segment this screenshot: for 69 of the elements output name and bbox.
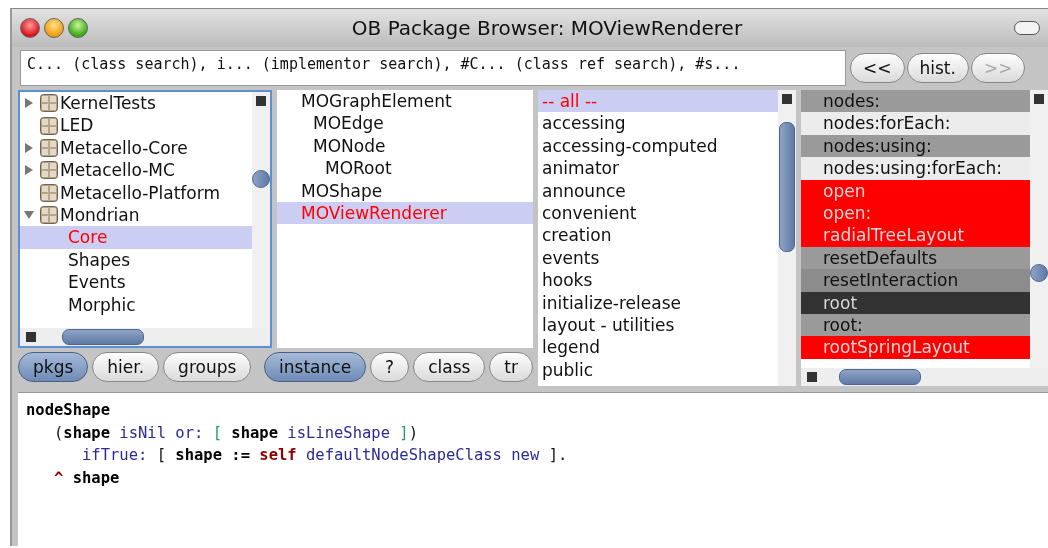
package-item[interactable]: Metacello-Platform: [20, 181, 252, 204]
code-line: nodeShape: [26, 400, 110, 421]
method-item[interactable]: nodes:: [801, 90, 1030, 113]
protocol-item[interactable]: animator: [538, 157, 778, 180]
minimize-button[interactable]: [44, 18, 64, 38]
protocol-item[interactable]: initialize-release: [538, 291, 778, 314]
vertical-scrollbar[interactable]: [252, 92, 270, 328]
package-icon: [40, 94, 58, 113]
collapsed-triangle-icon[interactable]: [24, 142, 34, 153]
package-item[interactable]: LED: [20, 114, 252, 137]
package-tag-item[interactable]: Morphic: [20, 293, 252, 316]
toolbar-toggle-button[interactable]: [1014, 21, 1040, 35]
toggle-button[interactable]: instance: [264, 352, 367, 382]
protocol-item[interactable]: events: [538, 246, 778, 270]
toggle-button[interactable]: groups: [163, 352, 252, 382]
history-button[interactable]: <<: [850, 53, 905, 83]
method-item[interactable]: resetDefaults: [801, 246, 1030, 270]
method-item[interactable]: root:: [801, 313, 1030, 337]
class-item[interactable]: MONode: [277, 134, 533, 158]
class-item[interactable]: MOGraphElement: [277, 90, 533, 113]
history-button[interactable]: hist.: [906, 53, 969, 83]
package-icon: [40, 116, 58, 135]
horizontal-scrollbar[interactable]: [20, 328, 270, 346]
protocol-item[interactable]: creation: [538, 224, 778, 247]
toggle-button[interactable]: tr: [489, 352, 533, 382]
code-line: (shape isNil or: [ shape isLineShape ]): [53, 422, 418, 444]
method-item[interactable]: nodes:using:: [801, 134, 1030, 158]
zoom-button[interactable]: [68, 18, 88, 38]
code-line: ^ shape: [53, 467, 120, 489]
protocol-item[interactable]: hooks: [538, 269, 778, 292]
window-title: OB Package Browser: MOViewRenderer: [350, 16, 744, 40]
protocol-item[interactable]: legend: [538, 336, 778, 359]
protocol-item[interactable]: public: [538, 358, 778, 382]
collapsed-triangle-icon[interactable]: [24, 98, 34, 109]
toggle-button[interactable]: pkgs: [18, 352, 89, 382]
search-field[interactable]: C... (class search), i... (implementor search), #C... (class ref search), #s...: [20, 50, 846, 86]
protocol-item[interactable]: accessing-computed: [538, 134, 778, 158]
package-icon: [40, 161, 58, 180]
package-icon: [40, 138, 58, 157]
code-editor[interactable]: nodeShape (shape isNil or: [ shape isLineShape ]) ifTrue: [ shape := self defaultNodeShapeClass new ]. ^ shape: [18, 392, 1048, 546]
vertical-scrollbar[interactable]: [1030, 90, 1048, 368]
protocol-item[interactable]: announce: [538, 179, 778, 202]
toggle-button[interactable]: ?: [370, 352, 410, 382]
protocol-item[interactable]: layout - utilities: [538, 313, 778, 337]
package-item[interactable]: KernelTests: [20, 92, 252, 115]
package-item[interactable]: Mondrian: [20, 203, 252, 227]
code-line: ifTrue: [ shape := self defaultNodeShapeClass new ].: [81, 445, 568, 466]
class-item[interactable]: MOEdge: [277, 112, 533, 135]
method-item[interactable]: resetInteraction: [801, 269, 1030, 292]
expanded-triangle-icon[interactable]: [24, 210, 34, 221]
toggle-button[interactable]: hier.: [92, 352, 160, 382]
package-tag-item[interactable]: Events: [20, 271, 252, 294]
package-icon: [40, 206, 58, 225]
vertical-scrollbar[interactable]: [778, 90, 796, 386]
package-icon: [40, 183, 58, 202]
class-item[interactable]: MORoot: [277, 157, 533, 180]
close-button[interactable]: [20, 18, 40, 38]
package-item[interactable]: Metacello-MC: [20, 159, 252, 182]
protocol-item[interactable]: accessing: [538, 112, 778, 135]
method-item[interactable]: root: [801, 291, 1030, 314]
package-item[interactable]: Metacello-Core: [20, 136, 252, 160]
protocol-item[interactable]: convenient: [538, 201, 778, 225]
class-item[interactable]: MOShape: [277, 179, 533, 202]
horizontal-scrollbar[interactable]: [801, 368, 1048, 386]
toggle-button[interactable]: class: [413, 352, 486, 382]
method-item[interactable]: nodes:forEach:: [801, 112, 1030, 135]
collapsed-triangle-icon[interactable]: [24, 165, 34, 176]
method-item[interactable]: nodes:using:forEach:: [801, 157, 1030, 180]
package-tag-item[interactable]: Shapes: [20, 248, 252, 272]
